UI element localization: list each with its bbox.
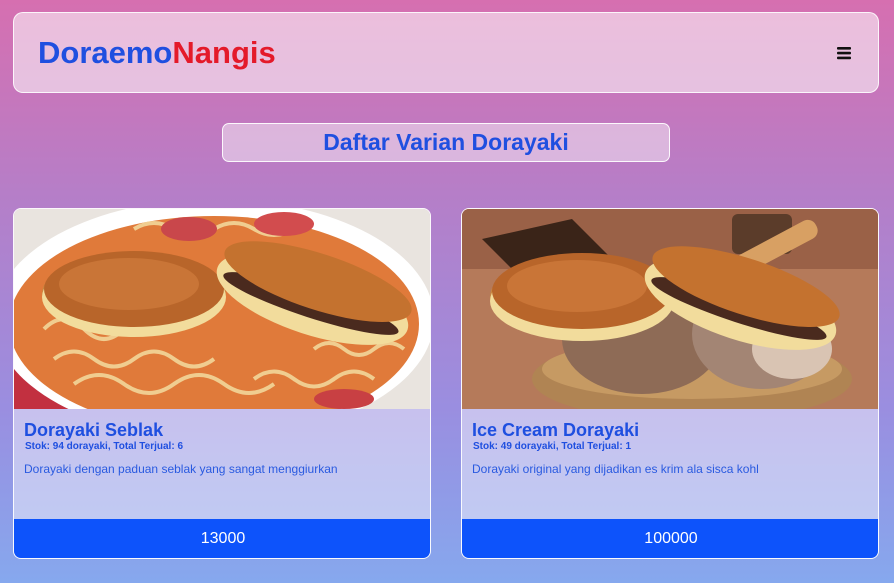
product-name: Ice Cream Dorayaki <box>472 420 640 440</box>
brand-name-part2: Nangis <box>172 35 276 70</box>
product-stock: Stok: 94 dorayaki, Total Terjual: 6 <box>25 441 184 452</box>
product-description: Dorayaki original yang dijadikan es krim… <box>472 462 759 476</box>
dorayaki-seblak-photo <box>14 209 430 409</box>
brand-logo[interactable]: DoraemoNangis <box>38 35 276 71</box>
product-card-ice-cream-dorayaki[interactable]: Ice Cream Dorayaki Stok: 49 dorayaki, To… <box>461 208 879 559</box>
brand-name-part1: Doraemo <box>38 35 173 70</box>
navbar: DoraemoNangis <box>13 12 879 93</box>
product-card-dorayaki-seblak[interactable]: Dorayaki Seblak Stok: 94 dorayaki, Total… <box>13 208 431 559</box>
product-name: Dorayaki Seblak <box>24 420 164 440</box>
hamburger-menu-icon[interactable] <box>836 45 852 61</box>
product-stock: Stok: 49 dorayaki, Total Terjual: 1 <box>473 441 632 452</box>
page-title: Daftar Varian Dorayaki <box>222 123 670 162</box>
ice-cream-dorayaki-photo <box>462 209 878 409</box>
product-description: Dorayaki dengan paduan seblak yang sanga… <box>24 462 338 476</box>
product-price-button[interactable]: 100000 <box>462 519 878 558</box>
product-price-button[interactable]: 13000 <box>14 519 430 558</box>
